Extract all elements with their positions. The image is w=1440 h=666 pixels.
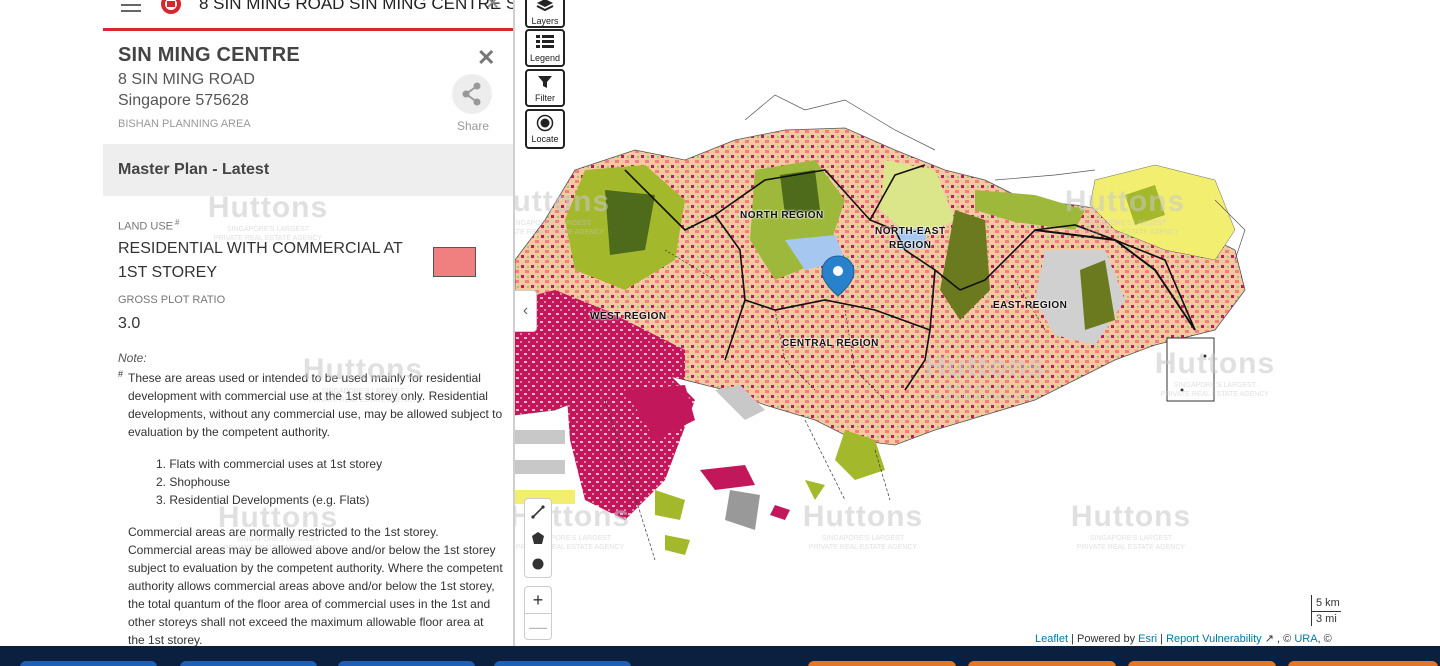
esri-link[interactable]: Esri (1138, 633, 1157, 645)
polygon-icon (532, 532, 544, 544)
share-label: Share (457, 119, 490, 133)
note-mark: # (118, 369, 124, 379)
zoom-in-button[interactable]: + (525, 587, 551, 613)
region-label-north-east-2: REGION (889, 240, 932, 251)
locate-button[interactable]: Locate (525, 109, 565, 149)
land-use-color-swatch (433, 247, 476, 277)
list-item: 1. Flats with commercial uses at 1st sto… (156, 457, 383, 471)
locate-icon (536, 114, 554, 132)
external-link-icon: ↗ (1264, 633, 1274, 645)
list-item: 2. Shophouse (156, 475, 231, 489)
scale-mi: 3 mi (1311, 612, 1341, 626)
place-name: SIN MING CENTRE (118, 44, 300, 66)
section-header[interactable]: Master Plan - Latest (103, 144, 513, 196)
legend-icon (536, 35, 554, 48)
plot-ratio-value: 3.0 (118, 315, 141, 332)
region-label-east: EAST REGION (993, 300, 1068, 311)
map-attribution: Leaflet | Powered by Esri | Report Vulne… (1035, 633, 1332, 645)
ura-logo-icon (161, 0, 181, 14)
draw-line-button[interactable] (525, 499, 551, 525)
share-button[interactable] (452, 74, 492, 114)
map-view[interactable]: NORTH REGION NORTH-EAST REGION EAST REGI… (515, 0, 1440, 646)
note-paragraph: Commercial areas are normally restricted… (128, 525, 503, 646)
taskbar-button[interactable] (338, 661, 475, 666)
close-panel-button[interactable]: ✕ (477, 45, 495, 71)
layers-icon (536, 0, 554, 12)
master-plan-map[interactable] (515, 0, 1440, 646)
filter-icon (538, 76, 552, 88)
note-list: 1. Flats with commercial uses at 1st sto… (128, 455, 503, 509)
search-bar: 8 SIN MING ROAD SIN MING CENTRE S ✕ (103, 0, 517, 31)
zoom-control: + — (524, 586, 552, 640)
plot-ratio-label: GROSS PLOT RATIO (118, 294, 226, 306)
land-use-value: RESIDENTIAL WITH COMMERCIAL AT 1ST STORE… (118, 240, 403, 281)
report-vulnerability-link[interactable]: Report Vulnerability (1166, 633, 1262, 645)
filter-button[interactable]: Filter (525, 69, 565, 107)
list-item: 3. Residential Developments (e.g. Flats) (156, 493, 370, 507)
zoom-out-button[interactable]: — (525, 613, 551, 639)
draw-circle-button[interactable] (525, 551, 551, 577)
draw-polygon-button[interactable] (525, 525, 551, 551)
taskbar-button[interactable] (20, 661, 157, 666)
taskbar-button[interactable] (180, 661, 317, 666)
layers-button[interactable]: Layers (525, 0, 565, 28)
region-label-central: CENTRAL REGION (782, 338, 879, 349)
taskbar (0, 646, 1440, 666)
planning-area: BISHAN PLANNING AREA (118, 118, 251, 130)
share-icon (462, 82, 481, 106)
taskbar-button[interactable] (494, 661, 631, 666)
polyline-icon (531, 505, 545, 519)
scale-km: 5 km (1311, 595, 1341, 612)
note-body: These are areas used or intended to be u… (128, 371, 503, 439)
watermark: Huttons SINGAPORE'S LARGEST PRIVATE REAL… (207, 191, 329, 242)
search-query[interactable]: 8 SIN MING ROAD SIN MING CENTRE S (199, 0, 517, 14)
draw-toolbar (524, 498, 552, 578)
taskbar-button[interactable] (1128, 661, 1276, 666)
clear-search-button[interactable]: ✕ (485, 0, 500, 14)
section-title: Master Plan - Latest (118, 161, 270, 178)
taskbar-button[interactable] (968, 661, 1116, 666)
region-label-north: NORTH REGION (740, 210, 824, 221)
taskbar-button[interactable] (1288, 661, 1438, 666)
address-line-1: 8 SIN MING ROAD (118, 71, 255, 88)
note-label: Note: (118, 351, 147, 365)
circle-icon (532, 558, 544, 570)
taskbar-button[interactable] (808, 661, 956, 666)
menu-icon[interactable] (121, 0, 141, 16)
leaflet-link[interactable]: Leaflet (1035, 633, 1068, 645)
region-label-north-east: NORTH-EAST (875, 226, 946, 237)
info-panel: SIN MING CENTRE ✕ 8 SIN MING ROAD Singap… (103, 31, 513, 646)
legend-button[interactable]: Legend (525, 29, 565, 67)
address-line-2: Singapore 575628 (118, 92, 249, 109)
collapse-panel-button[interactable]: ‹ (515, 290, 537, 332)
ura-link[interactable]: URA (1294, 633, 1317, 645)
region-label-west: WEST REGION (590, 311, 667, 322)
land-use-label: LAND USE # (118, 218, 180, 233)
